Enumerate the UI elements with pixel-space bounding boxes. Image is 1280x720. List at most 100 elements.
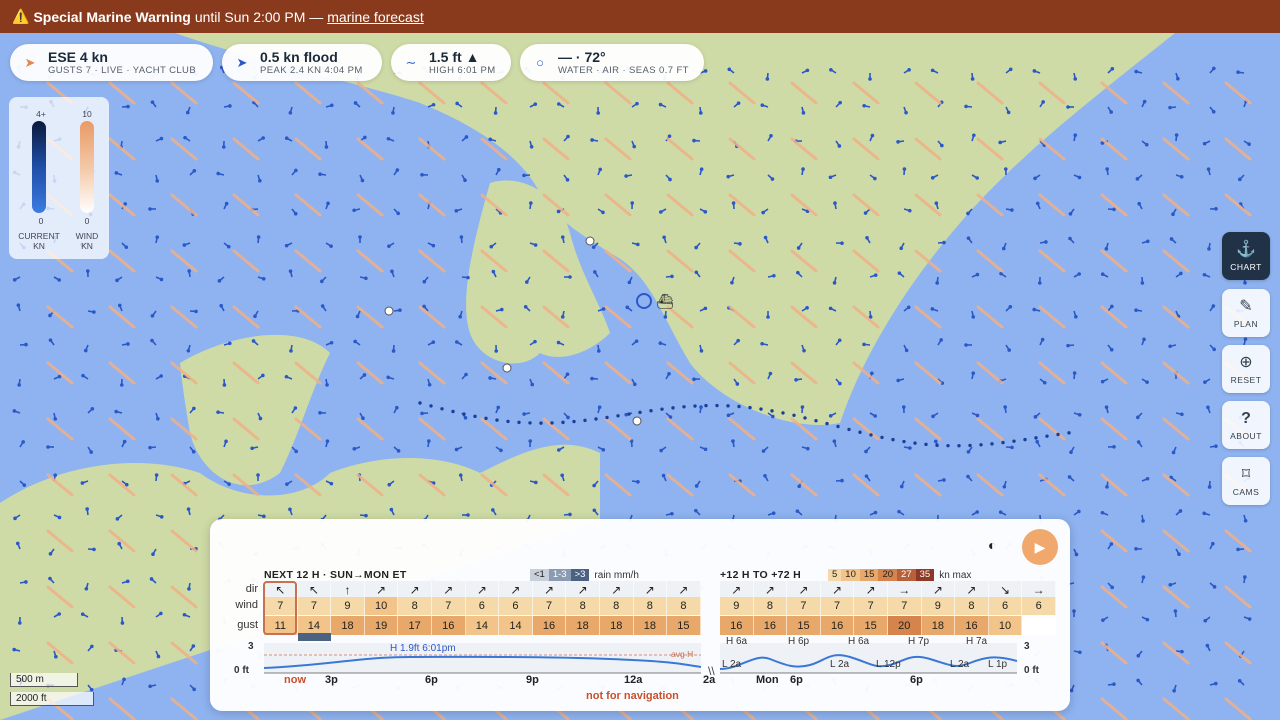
current-arrow-head (1173, 609, 1178, 613)
current-arrow-head (284, 374, 289, 379)
current-arrow-head (1068, 236, 1072, 241)
current-arrow-head (285, 482, 289, 486)
current-arrow-head (636, 480, 640, 484)
tick-mon: Mon (756, 674, 779, 686)
current-arrow-head (489, 244, 494, 249)
current-arrow-head (1035, 439, 1039, 444)
current-streamline-dot (649, 408, 653, 413)
current-arrow-head (670, 274, 674, 279)
current-conditions-pill[interactable]: ➤ 0.5 kn flood PEAK 2.4 KN 4:04 PM (222, 44, 382, 81)
current-arrow-head (228, 104, 232, 108)
current-arrow-head (760, 341, 764, 346)
current-arrow-head (122, 439, 127, 444)
about-button[interactable]: ? ABOUT (1222, 401, 1270, 449)
current-arrow-head (420, 172, 424, 177)
reset-button[interactable]: ⊕ RESET (1222, 345, 1270, 393)
wind-detail: GUSTS 7 · LIVE · YACHT CLUB (48, 64, 197, 76)
current-arrow-head (1238, 177, 1242, 182)
current-arrow-head (694, 270, 699, 275)
current-arrow-head (529, 144, 534, 149)
current-arrow-head (1145, 380, 1149, 384)
current-streamline-dot (803, 416, 807, 420)
tide-conditions-pill[interactable]: ∼ 1.5 ft ▲ HIGH 6:01 PM (391, 44, 511, 81)
current-arrow-head (601, 448, 606, 452)
far-gust-cell: 16 (753, 616, 788, 635)
chart-button[interactable]: ⚓ CHART (1222, 232, 1270, 280)
current-arrow-head (899, 246, 903, 251)
current-arrow-head (522, 173, 526, 178)
current-arrow-head (699, 167, 704, 172)
current-arrow-head (17, 383, 21, 387)
current-arrow-head (420, 411, 424, 416)
current-arrow-head (870, 133, 875, 138)
temperature-conditions-pill[interactable]: ○ — · 72° WATER · AIR · SEAS 0.7 FT (520, 44, 704, 81)
current-arrow-head (1144, 142, 1149, 147)
current-arrow-head (84, 586, 89, 591)
current-arrow-head (251, 339, 256, 343)
tick-2a: 2a (703, 674, 716, 686)
marine-forecast-link[interactable]: marine forecast (327, 9, 423, 25)
current-arrow-head (1104, 405, 1109, 409)
current-streamline-dot (1056, 432, 1060, 437)
current-streamline-dot (682, 405, 686, 409)
current-arrow-head (768, 371, 773, 376)
current-arrow-head (966, 211, 970, 216)
current-arrow-head (1180, 412, 1184, 417)
current-arrow-head (805, 68, 810, 73)
current-arrow-head (1109, 542, 1114, 546)
current-arrow-head (1171, 212, 1175, 216)
current-arrow-head (1180, 649, 1184, 654)
current-streamline-dot (880, 435, 884, 440)
current-arrow-head (496, 405, 501, 410)
current-arrow-head (329, 244, 333, 248)
current-arrow-head (288, 110, 293, 115)
far-gust-cell: 20 (887, 616, 922, 635)
current-arrow-head (491, 269, 496, 274)
near-gust-cell: 19 (364, 616, 399, 635)
current-value: 0.5 kn flood (260, 48, 338, 65)
wind-value: ESE 4 kn (48, 48, 108, 65)
current-arrow-head (1037, 281, 1042, 285)
current-arrow-head (1068, 212, 1073, 216)
current-arrow-head (591, 245, 596, 249)
current-arrow-head (873, 273, 878, 277)
current-streamline-dot (869, 433, 873, 437)
current-streamline-dot (847, 427, 851, 432)
current-arrow-head (667, 372, 671, 376)
current-arrow-head (284, 243, 289, 248)
play-animation-button[interactable]: ▶ (1022, 529, 1058, 565)
current-arrow-head (1035, 201, 1040, 206)
plan-button[interactable]: ✎ PLAN (1222, 289, 1270, 337)
current-arrow-head (873, 414, 877, 418)
wind-conditions-pill[interactable]: ➤ ESE 4 kn GUSTS 7 · LIVE · YACHT CLUB (10, 44, 213, 81)
current-arrow-head (258, 178, 262, 183)
far-wind-cell: 6 (988, 597, 1023, 615)
current-arrow-head (975, 272, 980, 277)
current-arrow-head (1247, 142, 1251, 146)
near-wind-cell: 7 (431, 597, 466, 615)
near-forecast-title: NEXT 12 H · SUN→MON ET (264, 569, 407, 581)
cams-button[interactable]: ⌑ CAMS (1222, 457, 1270, 505)
current-arrow-head (735, 382, 740, 386)
moon-phase-icon: ◐ (988, 537, 997, 553)
current-arrow-head (488, 137, 493, 142)
current-arrow-head (182, 243, 187, 247)
far-wind-cell: 8 (753, 597, 788, 615)
current-arrow-head (1243, 575, 1247, 579)
current-arrow-head (601, 210, 605, 215)
far-gust-cell: 16 (820, 616, 855, 635)
current-arrow-head (293, 406, 298, 410)
current-arrow-head (455, 340, 459, 344)
current-arrow-head (16, 303, 21, 308)
current-arrow-head (1145, 617, 1150, 622)
current-arrow-head (832, 439, 837, 444)
current-arrow-head (761, 449, 766, 453)
current-arrow-head (92, 310, 96, 314)
current-arrow-head (1134, 69, 1138, 74)
current-legend-unit: KN (33, 241, 45, 251)
current-arrow-head (389, 507, 394, 512)
current-streamline-dot (517, 420, 521, 425)
current-arrow-head (1237, 679, 1242, 683)
current-arrow-head (970, 77, 975, 81)
current-arrow-head (694, 484, 699, 488)
